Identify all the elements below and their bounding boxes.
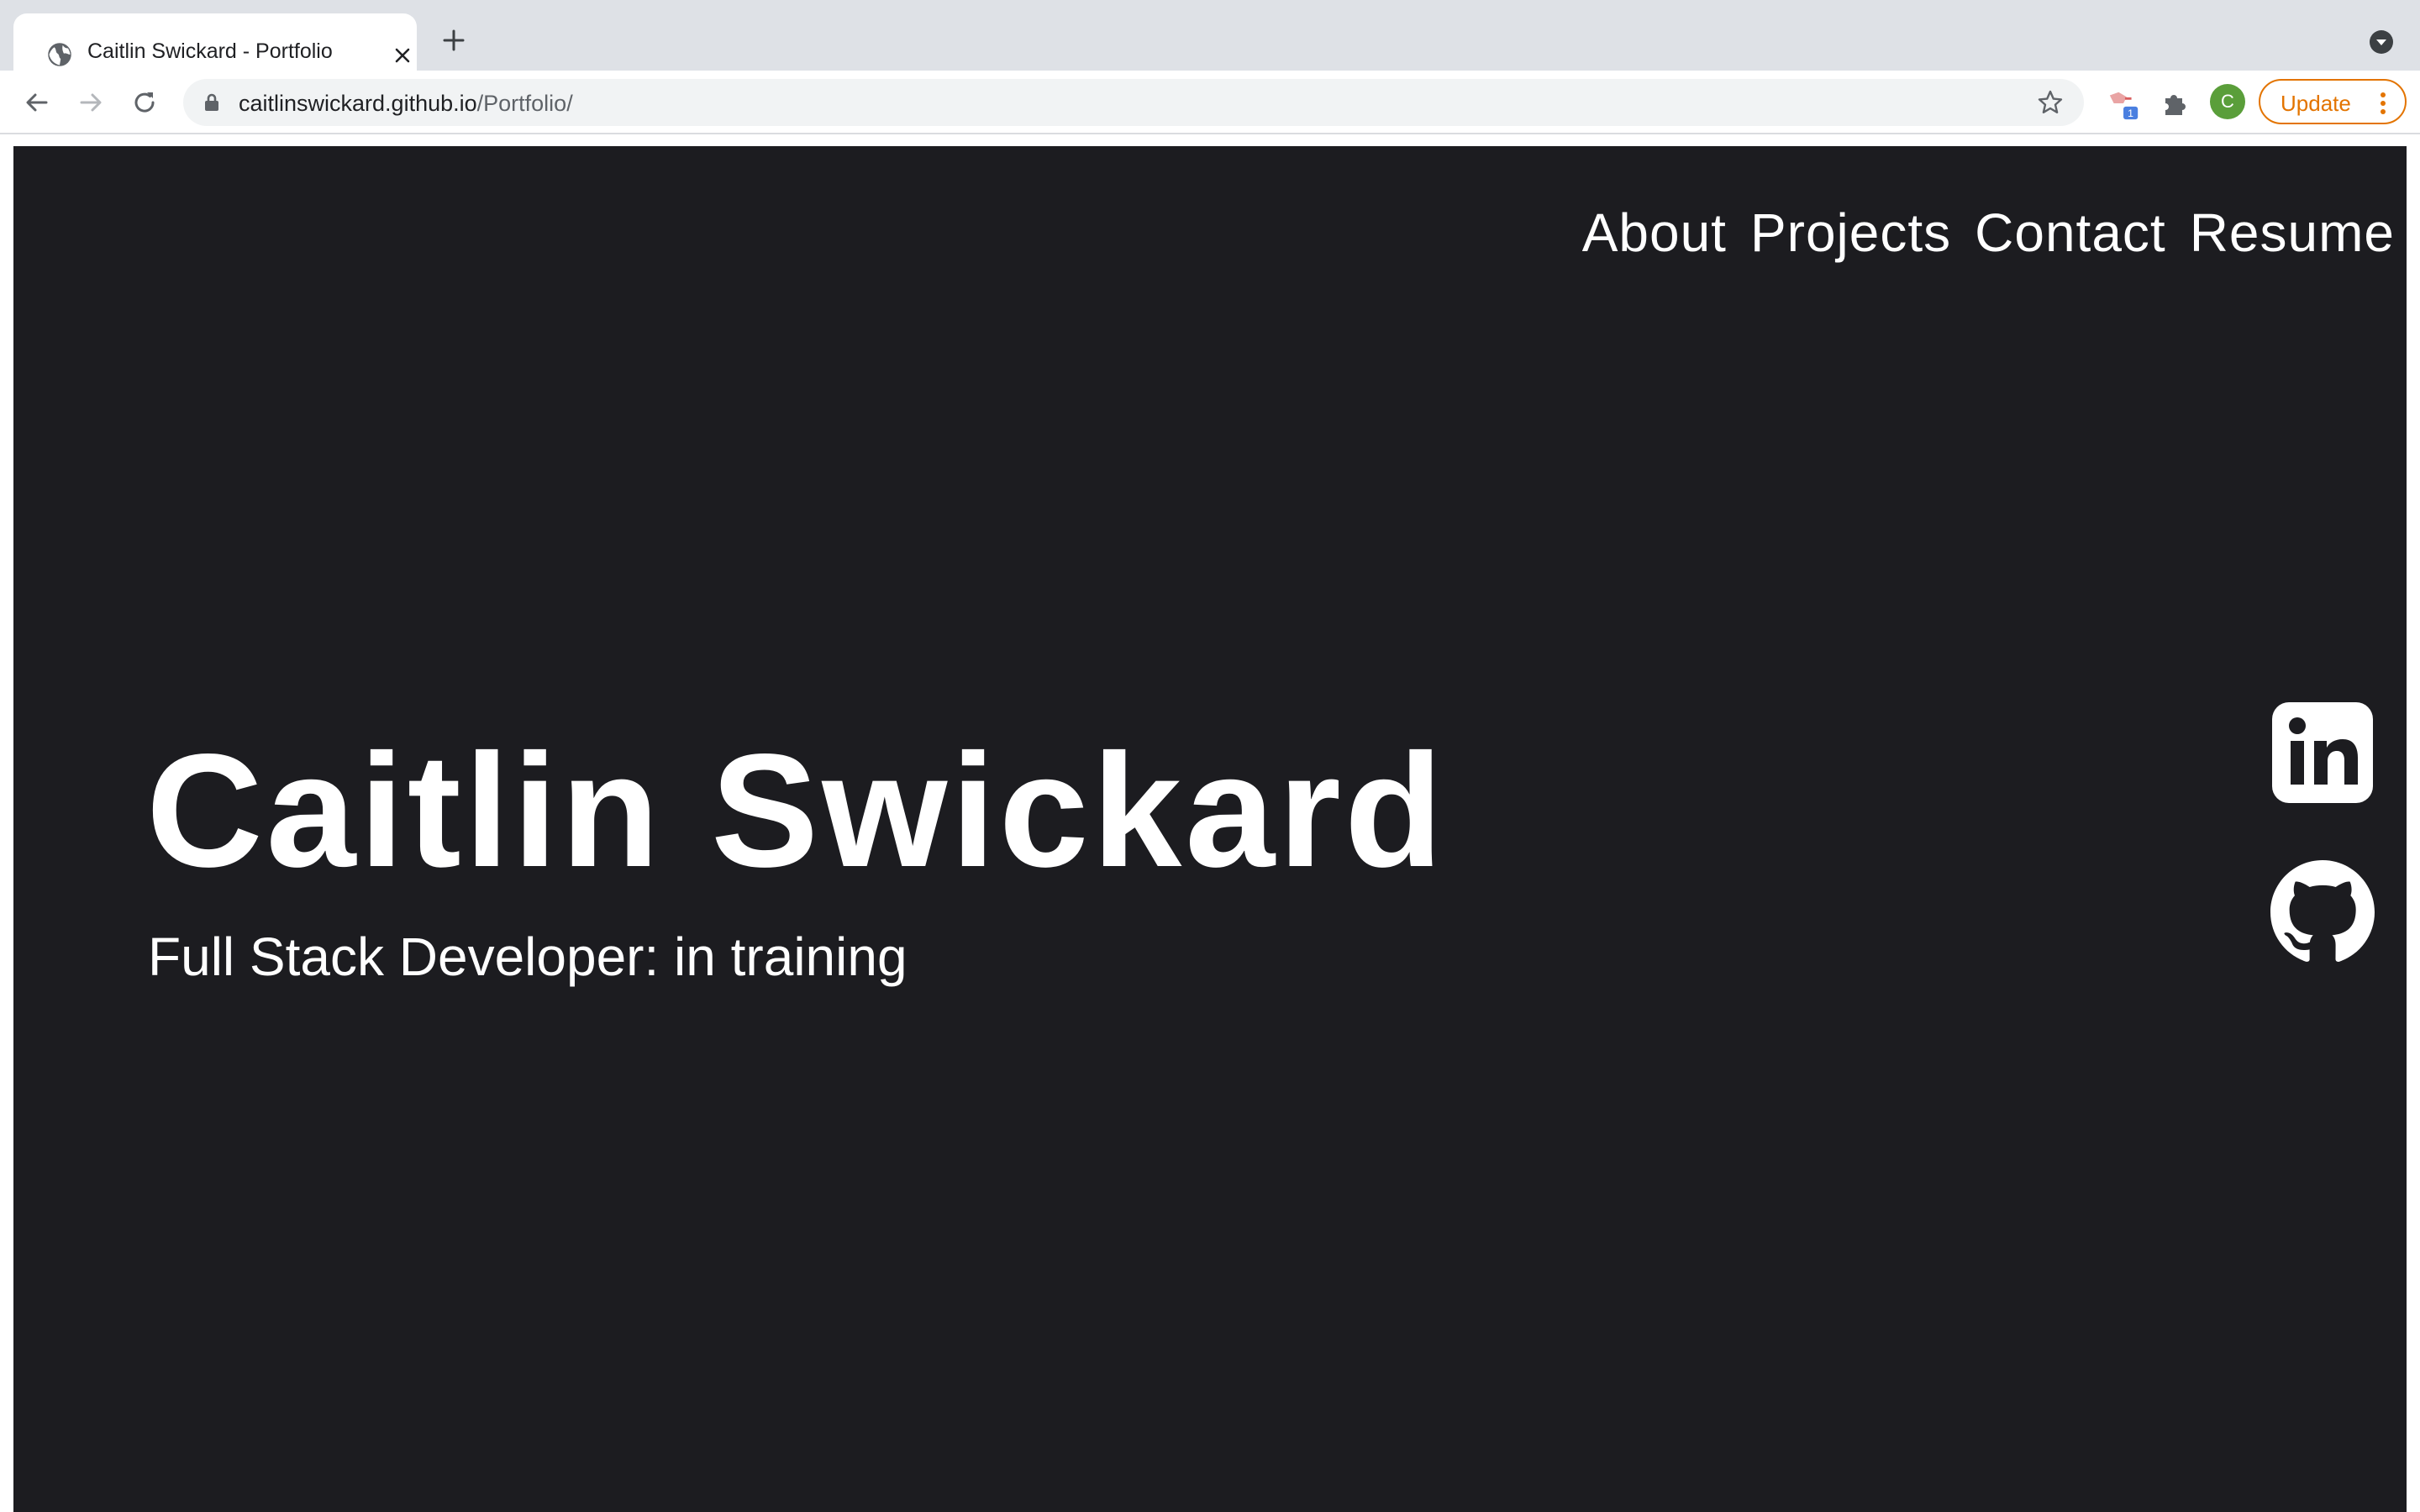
hero-subtitle: Full Stack Developer: in training xyxy=(148,927,908,987)
tab-strip: Caitlin Swickard - Portfolio xyxy=(0,0,2420,71)
update-button[interactable]: Update xyxy=(2259,79,2407,124)
url-host: caitlinswickard.github.io xyxy=(239,91,477,116)
chevron-down-circle-icon xyxy=(2370,30,2393,54)
reload-button[interactable] xyxy=(128,86,161,119)
github-icon xyxy=(2270,860,2375,962)
tab-search-button[interactable] xyxy=(2368,29,2395,55)
close-tab-button[interactable] xyxy=(389,42,416,69)
nav-contact-link[interactable]: Contact xyxy=(1975,202,2166,264)
extensions-button[interactable] xyxy=(2158,87,2191,121)
profile-avatar[interactable]: C xyxy=(2210,84,2245,119)
hero-name: Caitlin Swickard xyxy=(146,720,1447,900)
github-link[interactable] xyxy=(2270,860,2375,964)
nav-projects-link[interactable]: Projects xyxy=(1750,202,1951,264)
url-path: /Portfolio/ xyxy=(476,91,573,116)
site-nav: About Projects Contact Resume xyxy=(1582,202,2395,264)
bookmark-star-icon[interactable] xyxy=(2037,89,2064,116)
translate-extension-button[interactable]: 1 xyxy=(2107,87,2141,121)
more-vertical-icon xyxy=(2381,92,2386,114)
social-links xyxy=(2270,701,2375,1020)
reload-icon xyxy=(134,92,155,113)
url-text[interactable]: caitlinswickard.github.io/Portfolio/ xyxy=(239,91,573,117)
address-bar[interactable]: caitlinswickard.github.io/Portfolio/ xyxy=(183,79,2084,126)
translate-extension-icon: 1 xyxy=(2109,92,2139,119)
globe-icon xyxy=(48,43,71,66)
tab-title: Caitlin Swickard - Portfolio xyxy=(87,39,333,63)
forward-button[interactable] xyxy=(74,86,108,119)
close-icon xyxy=(395,48,410,63)
update-label: Update xyxy=(2281,91,2351,116)
browser-toolbar: caitlinswickard.github.io/Portfolio/ 1 xyxy=(0,71,2420,134)
back-button[interactable] xyxy=(20,86,54,119)
arrow-right-icon xyxy=(80,93,102,112)
nav-resume-link[interactable]: Resume xyxy=(2190,202,2395,264)
linkedin-icon xyxy=(2272,702,2373,803)
arrow-left-icon xyxy=(26,93,48,112)
page-viewport: About Projects Contact Resume Caitlin Sw… xyxy=(13,146,2407,1512)
extension-badge: 1 xyxy=(2128,108,2133,119)
active-tab[interactable]: Caitlin Swickard - Portfolio xyxy=(13,13,417,71)
new-tab-button[interactable] xyxy=(439,25,469,55)
lock-icon xyxy=(205,93,218,111)
puzzle-icon xyxy=(2165,95,2186,115)
plus-icon xyxy=(443,29,465,51)
nav-about-link[interactable]: About xyxy=(1582,202,1727,264)
linkedin-link[interactable] xyxy=(2270,701,2375,805)
